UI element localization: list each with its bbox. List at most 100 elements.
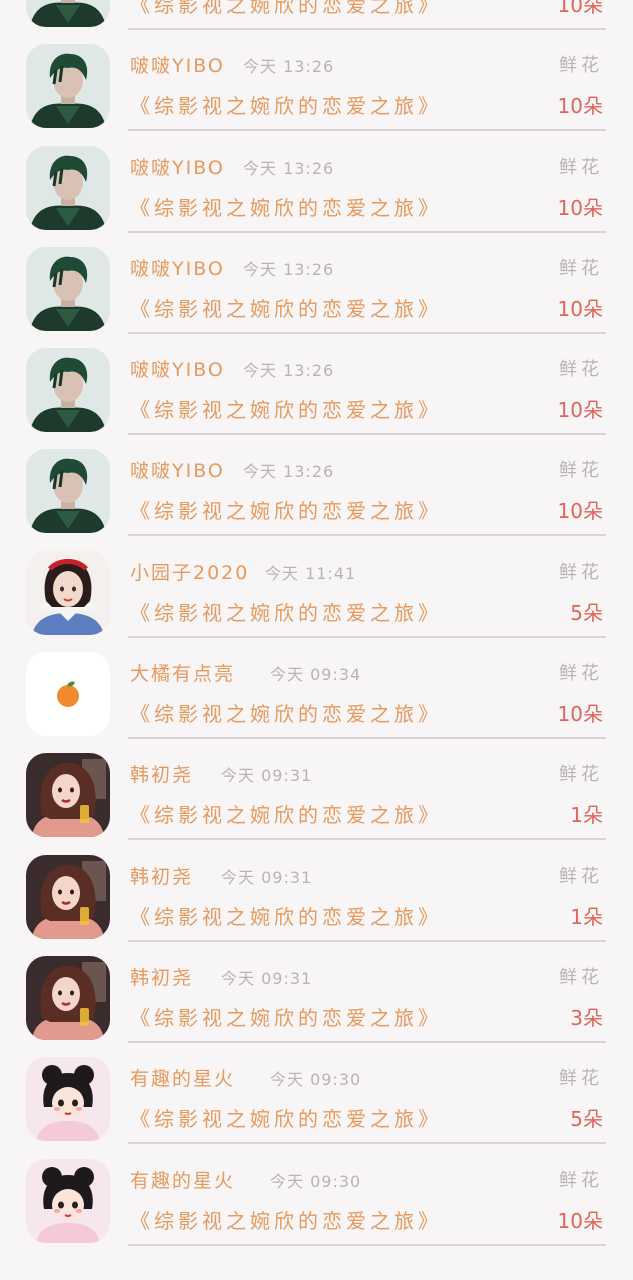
gift-record-row[interactable]: 韩初尧 今天 09:31 鲜花《综影视之婉欣的恋爱之旅》 3朵 [0,943,633,1044]
book-title[interactable]: 《综影视之婉欣的恋爱之旅》 [130,293,442,322]
user-name[interactable]: 有趣的星火 [130,1064,235,1091]
book-title[interactable]: 《综影视之婉欣的恋爱之旅》 [130,1002,442,1031]
row-divider [128,230,606,233]
timestamp: 今天 09:34 [270,665,362,685]
user-name[interactable]: 小园子2020 [130,558,249,585]
chibi-girl-avatar[interactable] [26,1158,110,1243]
orange-avatar[interactable] [26,652,110,737]
gift-record-row[interactable]: 韩初尧 今天 09:31 鲜花《综影视之婉欣的恋爱之旅》 1朵 [0,740,633,841]
row-divider [128,1243,606,1246]
row-divider [128,737,606,740]
boy-avatar[interactable] [26,348,110,433]
timestamp: 今天 13:26 [243,57,335,77]
book-title[interactable]: 《综影视之婉欣的恋爱之旅》 [130,597,442,626]
gift-record-row[interactable]: 啵啵YIBO 今天 13:26 鲜花《综影视之婉欣的恋爱之旅》 10朵 [0,234,633,335]
book-title[interactable]: 《综影视之婉欣的恋爱之旅》 [130,901,442,930]
gift-type-label: 鲜花 [559,1169,603,1191]
gift-type-label: 鲜花 [559,1068,603,1090]
timestamp: 今天 13:26 [243,462,335,482]
gift-record-row[interactable]: 啵啵YIBO 今天 13:26 鲜花《综影视之婉欣的恋爱之旅》 10朵 [0,133,633,234]
girl-drink-avatar[interactable] [26,955,110,1040]
row-divider [128,1142,606,1145]
gift-count: 10朵 [557,94,603,119]
gift-type-label: 鲜花 [559,359,603,381]
book-title[interactable]: 《综影视之婉欣的恋爱之旅》 [130,394,442,423]
timestamp: 今天 09:30 [270,1171,362,1191]
gift-record-row[interactable]: 韩初尧 今天 09:31 鲜花《综影视之婉欣的恋爱之旅》 1朵 [0,842,633,943]
gift-count: 3朵 [570,1005,603,1030]
girl-drink-avatar[interactable] [26,753,110,838]
user-name[interactable]: 大橘有点亮 [130,659,235,686]
book-title[interactable]: 《综影视之婉欣的恋爱之旅》 [130,698,442,727]
gift-type-label: 鲜花 [559,865,603,887]
row-divider [128,1040,606,1043]
gift-record-row[interactable]: 大橘有点亮 今天 09:34 鲜花 《综影视之婉欣的恋爱之旅》 10朵 [0,639,633,740]
user-name[interactable]: 啵啵YIBO [130,254,225,281]
gift-count: 5朵 [570,600,603,625]
gift-type-label: 鲜花 [559,257,603,279]
timestamp: 今天 13:26 [243,361,335,381]
row-divider [128,838,606,841]
row-divider [128,28,606,30]
row-divider [128,939,606,942]
book-title[interactable]: 《综影视之婉欣的恋爱之旅》 [130,1205,442,1234]
gift-type-label: 鲜花 [559,764,603,786]
timestamp: 今天 09:30 [270,1070,362,1090]
book-title[interactable]: 《综影视之婉欣的恋爱之旅》 [130,495,442,524]
user-name[interactable]: 韩初尧 [130,963,193,990]
timestamp: 今天 09:31 [221,867,313,887]
user-name[interactable]: 啵啵YIBO [130,51,225,78]
timestamp: 今天 11:41 [265,563,357,583]
gift-record-row[interactable]: 小园子2020 今天 11:41 鲜花《综影视之婉欣的恋爱之旅》 5朵 [0,538,633,639]
gift-record-list[interactable]: 啵啵YIBO今天 13:26鲜花《综影视之婉欣的恋爱之旅》10朵 啵啵YIBO今… [0,0,633,1247]
gift-type-label: 鲜花 [559,966,603,988]
gift-count: 1朵 [570,904,603,929]
gift-type-label: 鲜花 [559,156,603,178]
snow-white-avatar[interactable] [26,550,110,635]
book-title[interactable]: 《综影视之婉欣的恋爱之旅》 [130,0,442,18]
timestamp: 今天 13:26 [243,158,335,178]
user-name[interactable]: 有趣的星火 [130,1166,235,1193]
gift-type-label: 鲜花 [559,460,603,482]
boy-avatar[interactable] [26,246,110,331]
gift-record-row[interactable]: 啵啵YIBO 今天 13:26 鲜花《综影视之婉欣的恋爱之旅》 10朵 [0,335,633,436]
chibi-girl-avatar[interactable] [26,1057,110,1142]
gift-type-label: 鲜花 [559,55,603,77]
book-title[interactable]: 《综影视之婉欣的恋爱之旅》 [130,90,442,119]
timestamp: 今天 13:26 [243,259,335,279]
gift-record-row[interactable]: 啵啵YIBO 今天 13:26 鲜花《综影视之婉欣的恋爱之旅》 10朵 [0,436,633,537]
boy-avatar[interactable] [26,0,110,27]
row-divider [128,129,606,132]
book-title[interactable]: 《综影视之婉欣的恋爱之旅》 [130,799,442,828]
gift-record-row[interactable]: 啵啵YIBO今天 13:26鲜花《综影视之婉欣的恋爱之旅》10朵 [0,0,633,31]
gift-record-row[interactable]: 有趣的星火 今天 09:30 鲜花《综影视之婉欣的恋爱之旅》 5朵 [0,1044,633,1145]
boy-avatar[interactable] [26,44,110,129]
book-title[interactable]: 《综影视之婉欣的恋爱之旅》 [130,1103,442,1132]
gift-count: 5朵 [570,1107,603,1132]
gift-type-label: 鲜花 [559,663,603,685]
user-name[interactable]: 啵啵YIBO [130,153,225,180]
boy-avatar[interactable] [26,449,110,534]
girl-drink-avatar[interactable] [26,854,110,939]
boy-avatar[interactable] [26,145,110,230]
book-title[interactable]: 《综影视之婉欣的恋爱之旅》 [130,192,442,221]
user-name[interactable]: 韩初尧 [130,760,193,787]
user-name[interactable]: 韩初尧 [130,862,193,889]
gift-count: 10朵 [557,0,603,17]
user-name[interactable]: 啵啵YIBO [130,355,225,382]
timestamp: 今天 09:31 [221,968,313,988]
gift-count: 10朵 [557,195,603,220]
gift-type-label: 鲜花 [559,561,603,583]
gift-record-row[interactable]: 啵啵YIBO 今天 13:26 鲜花《综影视之婉欣的恋爱之旅》 10朵 [0,31,633,132]
timestamp: 今天 09:31 [221,766,313,786]
gift-record-row[interactable]: 有趣的星火 今天 09:30 鲜花 《综影视之婉欣的恋爱之旅》 10朵 [0,1146,633,1247]
gift-count: 10朵 [557,398,603,423]
row-divider [128,534,606,537]
row-divider [128,433,606,436]
user-name[interactable]: 啵啵YIBO [130,456,225,483]
gift-count: 10朵 [557,499,603,524]
row-divider [128,331,606,334]
gift-count: 1朵 [570,803,603,828]
row-divider [128,635,606,638]
gift-count: 10朵 [557,296,603,321]
